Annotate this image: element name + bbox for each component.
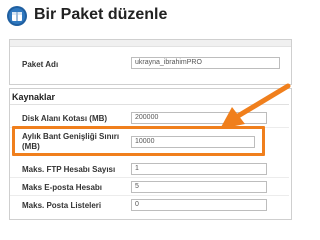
mailing-lists-label: Maks. Posta Listeleri [22,201,102,210]
section-divider [10,104,289,105]
page-title: Bir Paket düzenle [34,6,168,23]
mailing-lists-input[interactable]: 0 [131,199,267,211]
email-accounts-input[interactable]: 5 [131,181,267,193]
highlight-box [12,126,265,156]
package-name-input[interactable]: ukrayna_ibrahimPRO [131,57,280,69]
row-divider [10,177,289,178]
package-gear-icon [6,5,28,27]
row-divider [10,195,289,196]
resources-section-title: Kaynaklar [12,92,56,102]
page-header: Bir Paket düzenle [0,0,300,33]
disk-quota-input[interactable]: 200000 [131,112,267,124]
package-name-label: Paket Adı [22,60,59,69]
ftp-accounts-label: Maks. FTP Hesabı Sayısı [22,165,116,174]
disk-quota-label: Disk Alanı Kotası (MB) [22,114,108,123]
email-accounts-label: Maks E-posta Hesabı [22,183,103,192]
ftp-accounts-input[interactable]: 1 [131,163,267,175]
